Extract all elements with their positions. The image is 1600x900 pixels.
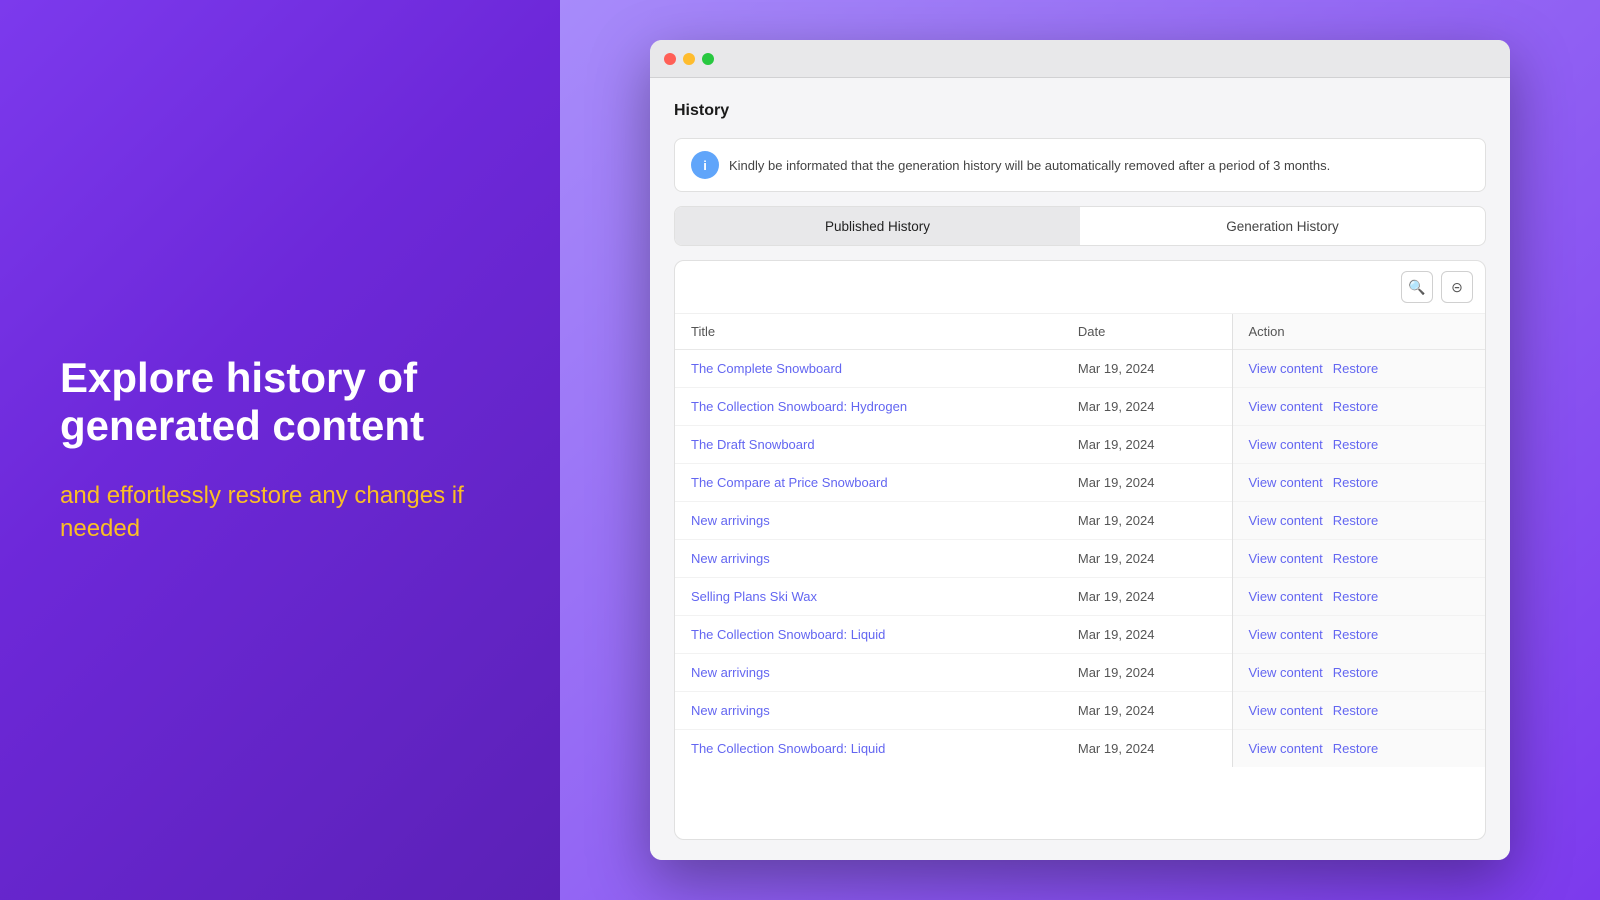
row-title[interactable]: The Draft Snowboard [675, 426, 1062, 464]
row-date: Mar 19, 2024 [1062, 540, 1232, 578]
row-title[interactable]: The Collection Snowboard: Hydrogen [675, 388, 1062, 426]
page-title: History [674, 98, 1486, 124]
history-table: Title Date Action The Complete Snowboard… [675, 314, 1485, 767]
restore-link[interactable]: Restore [1333, 741, 1379, 756]
row-action: View content Restore [1232, 350, 1485, 388]
row-action: View content Restore [1232, 502, 1485, 540]
row-date: Mar 19, 2024 [1062, 426, 1232, 464]
view-content-link[interactable]: View content [1249, 437, 1323, 452]
restore-link[interactable]: Restore [1333, 627, 1379, 642]
browser-window: History i Kindly be informated that the … [650, 40, 1510, 860]
close-dot[interactable] [664, 53, 676, 65]
table-row: The Draft SnowboardMar 19, 2024View cont… [675, 426, 1485, 464]
row-date: Mar 19, 2024 [1062, 730, 1232, 768]
view-content-link[interactable]: View content [1249, 665, 1323, 680]
table-row: New arrivingsMar 19, 2024 View content Res… [675, 654, 1485, 692]
table-row: The Collection Snowboard: LiquidMar 19, … [675, 730, 1485, 768]
maximize-dot[interactable] [702, 53, 714, 65]
info-icon: i [691, 151, 719, 179]
row-title[interactable]: New arrivings [675, 502, 1062, 540]
col-title: Title [675, 314, 1062, 350]
info-text: Kindly be informated that the generation… [729, 158, 1330, 173]
view-content-link[interactable]: View content [1249, 551, 1323, 566]
table-row: The Complete SnowboardMar 19, 2024View c… [675, 350, 1485, 388]
hero-title: Explore history of generated content [60, 354, 500, 451]
filter-icon: ⊝ [1451, 279, 1463, 296]
hero-subtitle: and effortlessly restore any changes if … [60, 479, 500, 546]
restore-link[interactable]: Restore [1333, 475, 1379, 490]
row-action: View content Restore [1232, 426, 1485, 464]
table-row: The Compare at Price SnowboardMar 19, 20… [675, 464, 1485, 502]
right-panel: History i Kindly be informated that the … [560, 0, 1600, 900]
row-title[interactable]: The Complete Snowboard [675, 350, 1062, 388]
table-row: New arrivingsMar 19, 2024 View content Res… [675, 502, 1485, 540]
row-title[interactable]: New arrivings [675, 692, 1062, 730]
row-title[interactable]: New arrivings [675, 540, 1062, 578]
view-content-link[interactable]: View content [1249, 513, 1323, 528]
restore-link[interactable]: Restore [1333, 703, 1379, 718]
row-date: Mar 19, 2024 [1062, 350, 1232, 388]
restore-link[interactable]: Restore [1333, 513, 1379, 528]
tab-switcher: Published History Generation History [674, 206, 1486, 246]
table-container: 🔍 ⊝ Title Date Action [674, 260, 1486, 840]
view-content-link[interactable]: View content [1249, 361, 1323, 376]
tab-published-history[interactable]: Published History [675, 207, 1080, 245]
table-row: New arrivingsMar 19, 2024 View content Res… [675, 692, 1485, 730]
minimize-dot[interactable] [683, 53, 695, 65]
content-area: History i Kindly be informated that the … [650, 78, 1510, 860]
row-action: View content Restore [1232, 616, 1485, 654]
row-date: Mar 19, 2024 [1062, 388, 1232, 426]
row-action: View content Restore [1232, 654, 1485, 692]
row-action: View content Restore [1232, 388, 1485, 426]
row-action: View content Restore [1232, 540, 1485, 578]
row-title[interactable]: The Compare at Price Snowboard [675, 464, 1062, 502]
left-panel: Explore history of generated content and… [0, 0, 560, 900]
view-content-link[interactable]: View content [1249, 475, 1323, 490]
col-date: Date [1062, 314, 1232, 350]
table-row: The Collection Snowboard: LiquidMar 19, … [675, 616, 1485, 654]
table-toolbar: 🔍 ⊝ [675, 261, 1485, 314]
view-content-link[interactable]: View content [1249, 627, 1323, 642]
row-date: Mar 19, 2024 [1062, 654, 1232, 692]
row-action: View content Restore [1232, 578, 1485, 616]
view-content-link[interactable]: View content [1249, 589, 1323, 604]
row-date: Mar 19, 2024 [1062, 616, 1232, 654]
row-title[interactable]: The Collection Snowboard: Liquid [675, 616, 1062, 654]
restore-link[interactable]: Restore [1333, 589, 1379, 604]
title-bar [650, 40, 1510, 78]
restore-link[interactable]: Restore [1333, 551, 1379, 566]
search-button[interactable]: 🔍 [1401, 271, 1433, 303]
table-scroll-area[interactable]: Title Date Action The Complete Snowboard… [675, 314, 1485, 839]
row-action: View content Restore [1232, 692, 1485, 730]
info-banner: i Kindly be informated that the generati… [674, 138, 1486, 192]
col-action: Action [1232, 314, 1485, 350]
restore-link[interactable]: Restore [1333, 399, 1379, 414]
row-action: View content Restore [1232, 464, 1485, 502]
row-date: Mar 19, 2024 [1062, 692, 1232, 730]
row-title[interactable]: The Collection Snowboard: Liquid [675, 730, 1062, 768]
table-row: The Collection Snowboard: HydrogenMar 19… [675, 388, 1485, 426]
row-title[interactable]: New arrivings [675, 654, 1062, 692]
restore-link[interactable]: Restore [1333, 361, 1379, 376]
view-content-link[interactable]: View content [1249, 399, 1323, 414]
row-date: Mar 19, 2024 [1062, 578, 1232, 616]
row-date: Mar 19, 2024 [1062, 464, 1232, 502]
restore-link[interactable]: Restore [1333, 665, 1379, 680]
row-action: View content Restore [1232, 730, 1485, 768]
view-content-link[interactable]: View content [1249, 703, 1323, 718]
table-row: New arrivingsMar 19, 2024 View content Res… [675, 540, 1485, 578]
table-row: Selling Plans Ski WaxMar 19, 2024View co… [675, 578, 1485, 616]
filter-button[interactable]: ⊝ [1441, 271, 1473, 303]
view-content-link[interactable]: View content [1249, 741, 1323, 756]
tab-generation-history[interactable]: Generation History [1080, 207, 1485, 245]
search-icon: 🔍 [1408, 279, 1425, 296]
row-title[interactable]: Selling Plans Ski Wax [675, 578, 1062, 616]
row-date: Mar 19, 2024 [1062, 502, 1232, 540]
restore-link[interactable]: Restore [1333, 437, 1379, 452]
